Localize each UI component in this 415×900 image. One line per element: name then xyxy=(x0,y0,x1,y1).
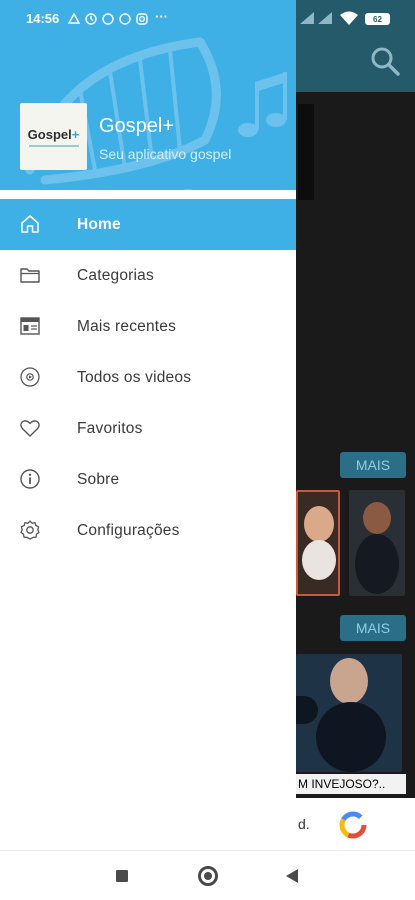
video-thumbnail[interactable] xyxy=(298,104,314,200)
menu-item-label: Mais recentes xyxy=(77,317,177,335)
folder-icon xyxy=(20,268,40,283)
menu-item-configuracoes[interactable]: Configurações xyxy=(0,505,296,556)
menu-item-label: Todos os videos xyxy=(77,368,192,386)
gear-icon xyxy=(20,520,40,540)
menu-item-label: Sobre xyxy=(77,470,120,488)
menu-item-sobre[interactable]: Sobre xyxy=(0,454,296,505)
menu-item-favoritos[interactable]: Favoritos xyxy=(0,403,296,454)
menu-item-mais-recentes[interactable]: Mais recentes xyxy=(0,301,296,352)
status-time: 14:56 xyxy=(26,11,60,26)
menu-item-label: Home xyxy=(77,215,121,233)
more-button[interactable]: MAIS xyxy=(340,452,406,478)
app-title: Gospel+ xyxy=(99,115,175,137)
search-icon[interactable] xyxy=(368,44,402,78)
video-thumbnail[interactable] xyxy=(349,490,405,596)
logo-text: Gospel xyxy=(27,126,72,142)
battery-icon: 62 xyxy=(365,13,390,25)
app-subtitle: Seu aplicativo gospel xyxy=(99,146,232,162)
menu-item-categorias[interactable]: Categorias xyxy=(0,250,296,301)
menu-item-label: Configurações xyxy=(77,521,180,539)
video-title[interactable]: M INVEJOSO?.. xyxy=(296,774,406,794)
navigation-drawer: Gospel+ Gospel+ Seu aplicativo gospel Ho… xyxy=(0,0,296,850)
heart-icon xyxy=(20,420,40,437)
system-nav-bar xyxy=(0,850,415,900)
menu-item-label: Favoritos xyxy=(77,419,143,437)
video-disc-icon xyxy=(20,367,40,387)
signal-icon xyxy=(300,12,314,24)
logo-plus: + xyxy=(71,126,80,142)
menu-item-label: Categorias xyxy=(77,266,154,284)
info-icon xyxy=(20,469,40,489)
status-bar: 14:56 ··· xyxy=(0,0,296,36)
back-button[interactable] xyxy=(286,869,298,883)
recents-button[interactable] xyxy=(116,870,128,882)
ad-text: d. xyxy=(298,816,310,832)
signal-icon xyxy=(318,12,332,24)
home-button[interactable] xyxy=(198,866,218,886)
status-bar-right: 62 xyxy=(296,0,415,36)
drawer-menu: Home Categorias Mais recentes Todos os v… xyxy=(0,199,296,556)
ad-logo-icon xyxy=(339,811,367,839)
more-button[interactable]: MAIS xyxy=(340,615,406,641)
wifi-icon xyxy=(340,11,358,25)
menu-item-home[interactable]: Home xyxy=(0,199,296,250)
video-thumbnail[interactable] xyxy=(296,490,340,596)
home-icon xyxy=(21,215,39,233)
status-overflow: ··· xyxy=(155,9,168,24)
notification-icons xyxy=(67,12,148,25)
menu-item-todos-os-videos[interactable]: Todos os videos xyxy=(0,352,296,403)
calendar-icon xyxy=(20,317,40,335)
app-logo: Gospel+ xyxy=(20,103,87,170)
